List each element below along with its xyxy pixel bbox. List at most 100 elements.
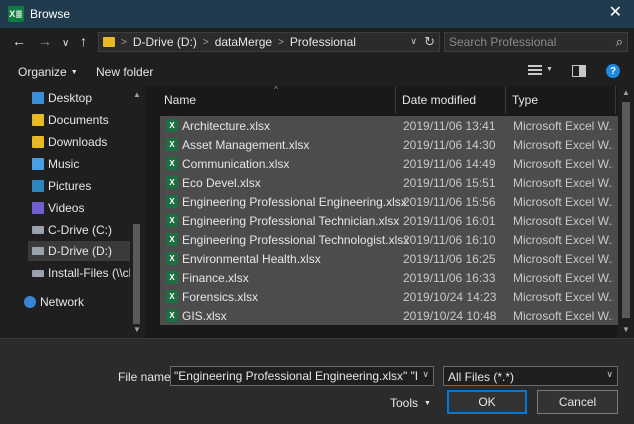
excel-file-icon: X [166, 195, 178, 208]
view-options-caret-icon[interactable]: ▼ [546, 66, 553, 73]
file-row[interactable]: X Asset Management.xlsx 2019/11/06 14:30 Mi… [160, 135, 618, 154]
excel-file-icon: X [166, 157, 178, 170]
close-icon[interactable]: ✕ [609, 5, 622, 21]
breadcrumb-datamerge[interactable]: dataMerge [215, 35, 272, 49]
file-row[interactable]: X Engineering Professional Technologist.x… [160, 230, 618, 249]
file-row[interactable]: X Forensics.xlsx 2019/10/24 14:23 Microsoft… [160, 287, 618, 306]
preview-pane-icon[interactable] [572, 65, 586, 77]
file-name: Engineering Professional Technician.xlsx [182, 214, 400, 228]
column-header-date[interactable]: Date modified [396, 86, 506, 114]
sidebar-item-videos[interactable]: Videos [32, 198, 84, 218]
breadcrumb-separator[interactable]: > [203, 37, 209, 48]
file-name-label: File name: [118, 370, 175, 384]
help-icon[interactable]: ? [606, 64, 620, 78]
file-name: Asset Management.xlsx [182, 138, 310, 152]
scroll-down-icon[interactable]: ▼ [622, 325, 630, 334]
breadcrumb-separator[interactable]: > [278, 37, 284, 48]
cancel-button[interactable]: Cancel [537, 390, 618, 414]
file-row[interactable]: X Finance.xlsx 2019/11/06 16:33 Microsoft E… [160, 268, 618, 287]
address-dropdown-icon[interactable]: ∨ [410, 36, 417, 47]
file-row[interactable]: X GIS.xlsx 2019/10/24 10:48 Microsoft Excel… [160, 306, 618, 325]
refresh-icon[interactable]: ↻ [424, 34, 435, 50]
file-row[interactable]: X Eco Devel.xlsx 2019/11/06 15:51 Microsoft… [160, 173, 618, 192]
file-list: Name ^ Date modified Type X Architecture.… [146, 86, 634, 338]
window-title: Browse [30, 7, 71, 21]
file-name: Engineering Professional Technologist.xl… [182, 233, 410, 247]
file-type-filter-value: All Files (*.*) [448, 370, 515, 384]
file-type: Microsoft Excel W... [513, 233, 613, 247]
scrollbar-thumb[interactable] [133, 224, 140, 324]
search-input[interactable] [445, 33, 605, 51]
file-name: Engineering Professional Engineering.xls… [182, 195, 407, 209]
excel-file-icon: X [166, 233, 178, 246]
drive-icon [32, 247, 44, 255]
file-type: Microsoft Excel W... [513, 271, 613, 285]
address-bar[interactable]: > D-Drive (D:) > dataMerge > Professiona… [98, 32, 440, 52]
excel-file-icon: X [166, 214, 178, 227]
file-date-modified: 2019/10/24 10:48 [403, 309, 497, 323]
search-icon[interactable]: ⌕ [616, 34, 623, 50]
sidebar-item-downloads[interactable]: Downloads [32, 132, 107, 152]
file-list-scrollbar[interactable]: ▲ ▼ [618, 86, 634, 338]
caret-down-icon: ▼ [424, 400, 431, 407]
excel-file-icon: X [166, 309, 178, 322]
file-row[interactable]: X Environmental Health.xlsx 2019/11/06 16:… [160, 249, 618, 268]
sidebar-item-desktop[interactable]: Desktop [32, 88, 92, 108]
scrollbar-thumb[interactable] [622, 102, 630, 318]
new-folder-button[interactable]: New folder [96, 65, 153, 79]
scroll-down-icon[interactable]: ▼ [133, 325, 141, 334]
sidebar-item-documents[interactable]: Documents [32, 110, 109, 130]
sidebar-item-pictures[interactable]: Pictures [32, 176, 91, 196]
chevron-down-icon[interactable]: ∨ [606, 369, 613, 380]
file-type: Microsoft Excel W... [513, 252, 613, 266]
file-type: Microsoft Excel W... [513, 138, 613, 152]
column-header-name[interactable]: Name ^ [146, 86, 396, 114]
file-type: Microsoft Excel W... [513, 309, 613, 323]
sidebar-item-label: Network [40, 295, 85, 309]
file-date-modified: 2019/11/06 15:56 [403, 195, 496, 209]
sidebar-item-network[interactable]: Network [24, 292, 84, 312]
sidebar-item-d-drive[interactable]: D-Drive (D:) [28, 241, 132, 261]
scroll-up-icon[interactable]: ▲ [133, 90, 141, 99]
drive-icon [32, 226, 44, 234]
view-options-icon[interactable] [528, 65, 542, 77]
scroll-up-icon[interactable]: ▲ [622, 88, 630, 97]
file-row[interactable]: X Engineering Professional Technician.xls… [160, 211, 618, 230]
sort-ascending-icon: ^ [274, 86, 278, 94]
file-name: GIS.xlsx [182, 309, 227, 323]
file-type-filter-select[interactable]: All Files (*.*) ∨ [443, 366, 618, 386]
ok-button[interactable]: OK [447, 390, 527, 414]
organize-label: Organize [18, 65, 67, 79]
breadcrumb-d-drive[interactable]: D-Drive (D:) [133, 35, 197, 49]
column-header-type[interactable]: Type [506, 86, 616, 114]
sidebar-item-c-drive[interactable]: C-Drive (C:) [32, 220, 112, 240]
breadcrumb-separator: > [121, 36, 127, 48]
organize-menu[interactable]: Organize ▼ [18, 65, 78, 79]
recent-locations-chevron-icon[interactable]: ∨ [62, 37, 69, 51]
sidebar-item-label: Music [48, 157, 80, 171]
file-row[interactable]: X Engineering Professional Engineering.xl… [160, 192, 618, 211]
sidebar-item-install-files[interactable]: Install-Files (\\cbe [32, 263, 142, 283]
chevron-down-icon[interactable]: ∨ [422, 369, 429, 380]
forward-arrow-icon[interactable]: → [38, 34, 52, 48]
back-arrow-icon[interactable]: ← [12, 34, 26, 48]
excel-file-icon: X [166, 290, 178, 303]
sidebar-item-music[interactable]: Music [32, 154, 79, 174]
file-name-combobox[interactable]: ∨ [170, 366, 434, 386]
tools-menu[interactable]: Tools ▼ [390, 396, 431, 410]
excel-app-icon: X≣ [8, 6, 24, 22]
navigation-scrollbar[interactable]: ▲ ▼ [130, 86, 144, 338]
file-date-modified: 2019/11/06 14:30 [403, 138, 496, 152]
file-type: Microsoft Excel W... [513, 176, 613, 190]
up-arrow-icon[interactable]: ↑ [80, 34, 87, 48]
excel-file-icon: X [166, 271, 178, 284]
sidebar-item-label: Desktop [48, 91, 93, 105]
dialog-footer: File name: ∨ All Files (*.*) ∨ Tools ▼ OK… [0, 338, 634, 424]
file-row[interactable]: X Communication.xlsx 2019/11/06 14:49 Micro… [160, 154, 618, 173]
sidebar-item-label: D-Drive (D:) [48, 244, 112, 258]
file-name-input[interactable] [171, 367, 417, 385]
file-row[interactable]: X Architecture.xlsx 2019/11/06 13:41 Micros… [160, 116, 618, 135]
breadcrumb-professional[interactable]: Professional [290, 35, 356, 49]
caret-down-icon: ▼ [70, 69, 78, 76]
search-box[interactable]: ⌕ [444, 32, 628, 52]
